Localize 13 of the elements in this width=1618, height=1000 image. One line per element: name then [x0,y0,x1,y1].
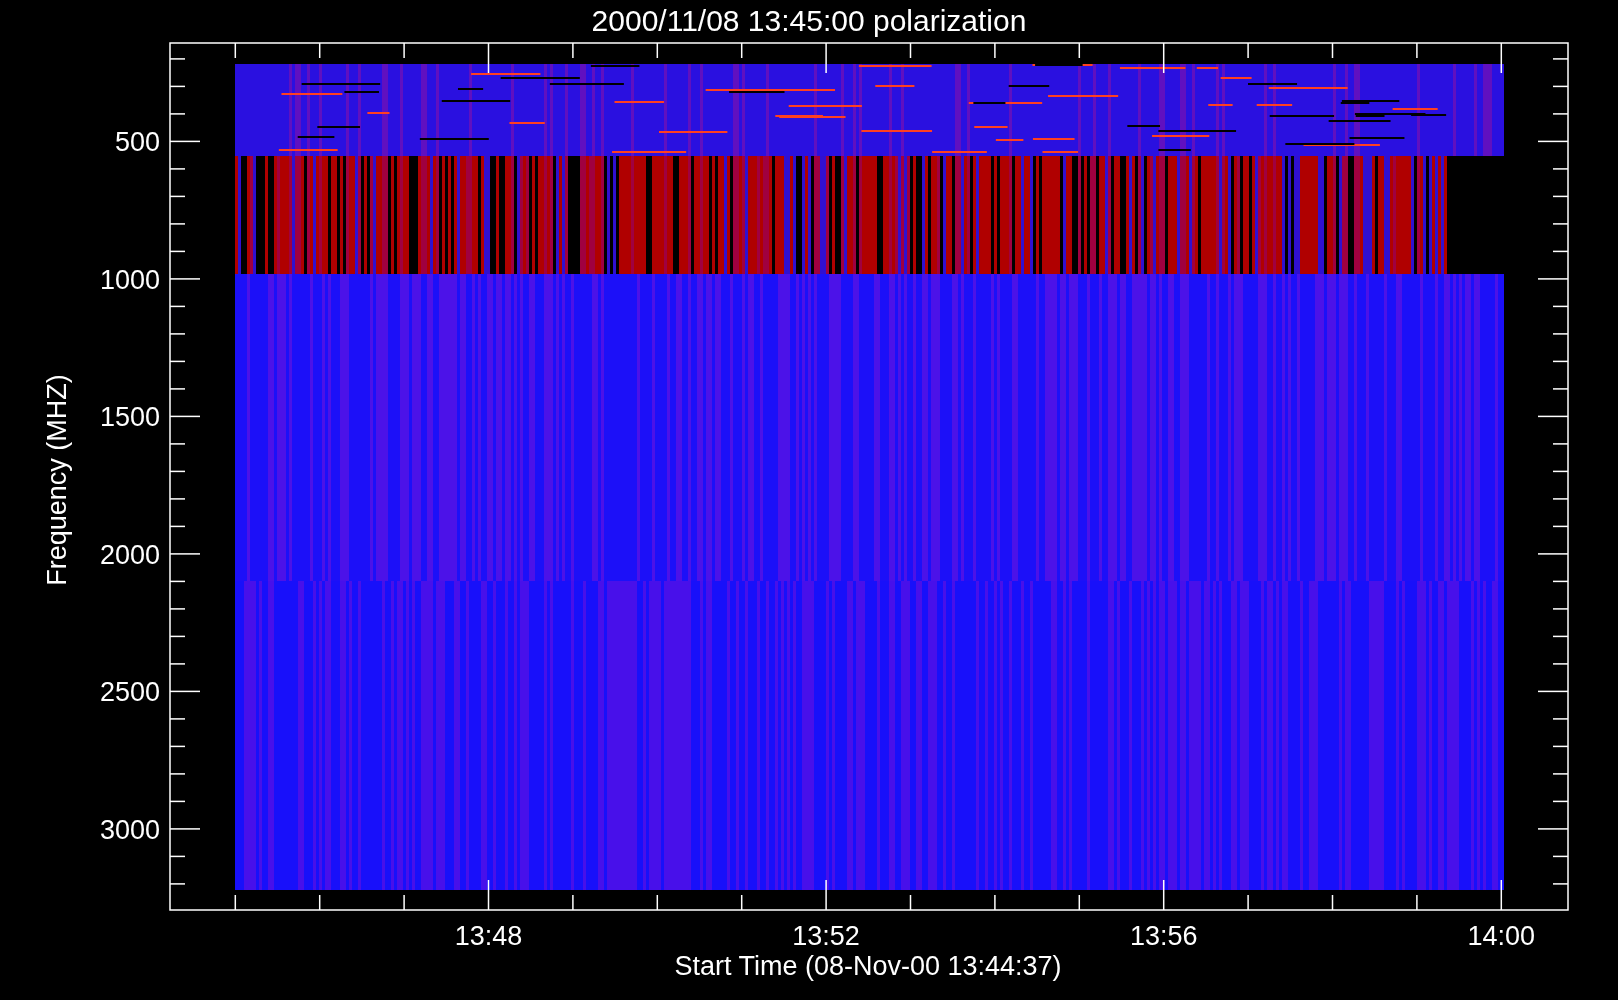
x-tick-label: 13:52 [792,921,860,951]
x-axis-label: Start Time (08-Nov-00 13:44:37) [674,951,1062,981]
x-tick-label: 13:56 [1129,921,1198,951]
y-tick-label: 3000 [99,814,160,845]
x-tick-label: 13:48 [454,921,523,951]
y-tick-label: 500 [114,127,160,158]
y-axis-label: Frequency (MHZ) [42,374,72,586]
y-tick-label: 2000 [99,539,160,570]
x-tick-label: 14:00 [1467,921,1536,951]
y-tick-label: 2500 [99,677,160,708]
y-tick-label: 1000 [99,264,160,295]
plot-title: 2000/11/08 13:45:00 polarization [591,4,1027,37]
y-tick-label: 1500 [99,402,160,433]
